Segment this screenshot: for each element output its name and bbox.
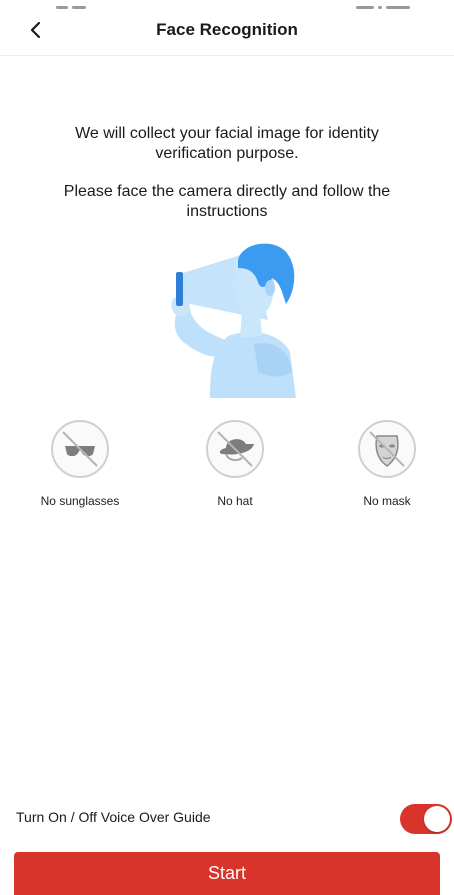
voice-guide-label: Turn On / Off Voice Over Guide	[16, 809, 211, 825]
page-title: Face Recognition	[156, 20, 298, 39]
face-scan-illustration	[171, 243, 296, 398]
no-mask-icon	[358, 420, 416, 478]
requirement-label: No hat	[217, 494, 253, 508]
voice-guide-toggle[interactable]	[400, 804, 452, 834]
requirement-label: No sunglasses	[40, 494, 120, 508]
no-hat-icon	[206, 420, 264, 478]
start-button[interactable]: Start	[14, 852, 440, 895]
no-sunglasses-icon	[51, 420, 109, 478]
requirement-no-mask: No mask	[327, 420, 447, 508]
requirement-no-sunglasses: No sunglasses	[20, 420, 140, 508]
header-bar: Face Recognition	[0, 0, 454, 56]
requirement-label: No mask	[363, 494, 411, 508]
requirement-no-hat: No hat	[175, 420, 295, 508]
status-bar-indicators	[356, 6, 434, 14]
status-bar-time	[56, 6, 96, 14]
camera-instruction-text: Please face the camera directly and foll…	[63, 183, 391, 220]
face-recognition-screen: Face Recognition We will collect your fa…	[0, 0, 454, 895]
toggle-knob	[424, 806, 450, 832]
privacy-notice-text: We will collect your facial image for id…	[75, 125, 379, 162]
